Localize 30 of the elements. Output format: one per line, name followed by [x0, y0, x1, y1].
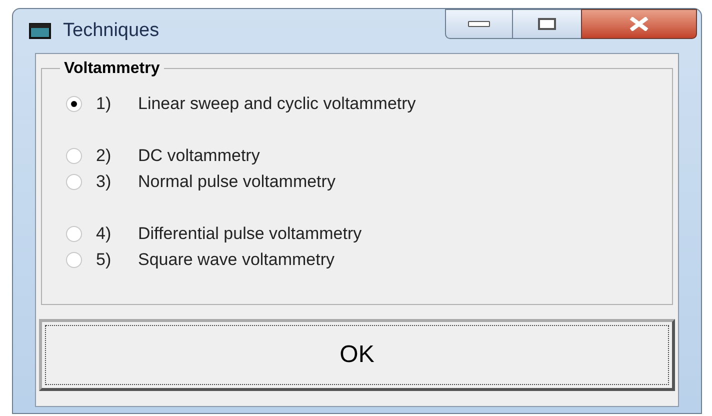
- radio-option[interactable]: 1) Linear sweep and cyclic voltammetry: [66, 93, 672, 115]
- close-icon: [628, 17, 650, 31]
- radio-button[interactable]: [66, 96, 82, 112]
- radio-option[interactable]: 5) Square wave voltammetry: [66, 249, 672, 271]
- option-label: Normal pulse voltammetry: [138, 171, 336, 194]
- option-number: 5): [96, 249, 112, 272]
- maximize-icon: [538, 18, 556, 30]
- ok-button[interactable]: OK: [39, 319, 675, 391]
- radio-button[interactable]: [66, 226, 82, 242]
- window-icon: [29, 22, 53, 40]
- option-number: 3): [96, 171, 112, 194]
- radio-option[interactable]: 2) DC voltammetry: [66, 145, 672, 167]
- option-label: Square wave voltammetry: [138, 249, 335, 272]
- close-button[interactable]: [581, 9, 697, 39]
- radio-option[interactable]: 4) Differential pulse voltammetry: [66, 223, 672, 245]
- option-number: 2): [96, 145, 112, 168]
- option-number: 1): [96, 93, 112, 116]
- radio-button[interactable]: [66, 252, 82, 268]
- minimize-button[interactable]: [445, 9, 513, 39]
- option-label: DC voltammetry: [138, 145, 260, 168]
- option-label: Linear sweep and cyclic voltammetry: [138, 93, 416, 116]
- radio-button[interactable]: [66, 174, 82, 190]
- radio-option[interactable]: 3) Normal pulse voltammetry: [66, 171, 672, 193]
- group-label: Voltammetry: [60, 59, 164, 79]
- radio-button[interactable]: [66, 148, 82, 164]
- window-title: Techniques: [63, 18, 160, 43]
- option-number: 4): [96, 223, 112, 246]
- minimize-icon: [468, 21, 490, 27]
- option-label: Differential pulse voltammetry: [138, 223, 362, 246]
- maximize-button[interactable]: [513, 9, 581, 39]
